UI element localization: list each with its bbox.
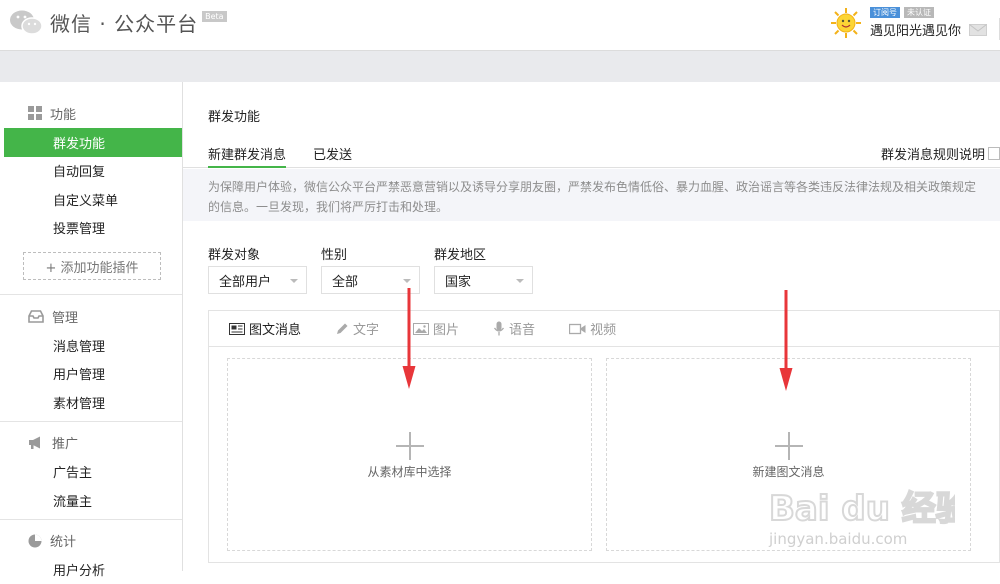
filter-label: 性别 [321, 244, 420, 262]
microphone-icon [493, 321, 505, 336]
notice-line-2: 的信息。一旦发现，我们将严厉打击和处理。 [208, 197, 1000, 217]
filter-gender: 性别 全部 [321, 244, 420, 294]
watermark-brand: Bai du 经验 [769, 489, 955, 529]
sidebar-item-advertiser[interactable]: 广告主 [0, 458, 182, 487]
top-bar: 微信 · 公众平台 Beta 订阅号 未认证 遇见阳光遇见你 [0, 0, 1000, 50]
sidebar-item-auto-reply[interactable]: 自动回复 [0, 157, 182, 186]
add-plugin-button[interactable]: + 添加功能插件 [23, 252, 161, 280]
sidebar-item-user-analysis[interactable]: 用户分析 [0, 556, 182, 584]
watermark-url: jingyan.baidu.com [768, 530, 907, 548]
user-box: 订阅号 未认证 遇见阳光遇见你 [830, 6, 1000, 40]
user-info: 订阅号 未认证 遇见阳光遇见你 [870, 7, 961, 39]
username[interactable]: 遇见阳光遇见你 [870, 20, 961, 39]
megaphone-icon [28, 436, 44, 449]
sidebar-group-manage: 管理 消息管理 用户管理 素材管理 [0, 295, 182, 422]
select-value: 全部 [332, 271, 358, 290]
rules-link-label: 群发消息规则说明 [881, 144, 985, 163]
notice-box: 为保障用户体验，微信公众平台严禁恶意营销以及诱导分享朋友圈，严禁发布色情低俗、暴… [183, 169, 1000, 221]
annotation-arrow-left [402, 288, 416, 390]
inbox-icon [28, 310, 44, 323]
editor-tab-text[interactable]: 文字 [335, 319, 379, 338]
filter-target: 群发对象 全部用户 [208, 244, 307, 294]
chevron-down-icon [403, 279, 411, 283]
plus-icon [395, 431, 425, 461]
plus-icon [774, 431, 804, 461]
sidebar-group-title: 推广 [0, 428, 182, 458]
notice-line-1: 为保障用户体验，微信公众平台严禁恶意营销以及诱导分享朋友圈，严禁发布色情低俗、暴… [208, 177, 1000, 197]
sidebar-item-vote[interactable]: 投票管理 [0, 214, 182, 243]
annotation-arrow-right [779, 290, 793, 392]
sidebar-group-title: 统计 [0, 526, 182, 556]
filter-label: 群发地区 [434, 244, 533, 262]
editor-tab-image[interactable]: 图片 [413, 319, 459, 338]
news-icon [229, 323, 245, 335]
editor-tab-video[interactable]: 视频 [569, 319, 616, 338]
select-value: 全部用户 [219, 271, 271, 290]
editor-tab-news[interactable]: 图文消息 [229, 319, 301, 338]
tab-sent[interactable]: 已发送 [313, 144, 352, 163]
sidebar-item-broadcast[interactable]: 群发功能 [4, 128, 182, 157]
card-label: 从素材库中选择 [228, 463, 591, 480]
subscription-badge: 订阅号 [870, 7, 900, 18]
sidebar-group-title: 功能 [0, 98, 182, 128]
pencil-icon [335, 322, 349, 336]
sidebar-item-materials[interactable]: 素材管理 [0, 388, 182, 417]
baidu-watermark: Bai du 经验 jingyan.baidu.com [765, 462, 955, 552]
video-icon [569, 323, 586, 335]
sidebar-group-stats: 统计 用户分析 [0, 520, 182, 584]
grid-icon [28, 106, 42, 120]
unverified-badge: 未认证 [904, 7, 934, 18]
select-value: 国家 [445, 271, 471, 290]
chevron-down-icon [516, 279, 524, 283]
sidebar-group-features: 功能 群发功能 自动回复 自定义菜单 投票管理 + 添加功能插件 [0, 82, 182, 295]
editor-tabs: 图文消息 文字 图片 语音 [209, 311, 999, 347]
app-title: 微信 · 公众平台 [50, 8, 198, 37]
pie-icon [28, 534, 42, 548]
doc-icon [988, 147, 1000, 160]
sidebar: 功能 群发功能 自动回复 自定义菜单 投票管理 + 添加功能插件 管理 消息管理… [0, 82, 183, 571]
sidebar-item-users[interactable]: 用户管理 [0, 360, 182, 389]
sidebar-item-publisher[interactable]: 流量主 [0, 486, 182, 515]
logo[interactable]: 微信 · 公众平台 Beta [8, 8, 227, 37]
sidebar-item-messages[interactable]: 消息管理 [0, 331, 182, 360]
rules-link[interactable]: 群发消息规则说明 [881, 144, 1000, 163]
page-title: 群发功能 [208, 106, 260, 125]
filter-region: 群发地区 国家 [434, 244, 533, 294]
filter-label: 群发对象 [208, 244, 307, 262]
beta-badge: Beta [202, 11, 226, 22]
wechat-logo-icon [8, 9, 44, 37]
editor-tab-voice[interactable]: 语音 [493, 319, 535, 338]
target-select[interactable]: 全部用户 [208, 266, 307, 294]
mail-icon[interactable] [969, 24, 987, 36]
sidebar-group-promote: 推广 广告主 流量主 [0, 422, 182, 520]
tab-bar: 新建群发消息 已发送 群发消息规则说明 [183, 138, 1000, 168]
gray-band [0, 50, 1000, 82]
region-select[interactable]: 国家 [434, 266, 533, 294]
avatar-sun-icon[interactable] [830, 7, 862, 39]
tab-new-broadcast[interactable]: 新建群发消息 [208, 144, 286, 168]
chevron-down-icon [290, 279, 298, 283]
filters: 群发对象 全部用户 性别 全部 群发地区 国家 [208, 244, 547, 294]
sidebar-item-custom-menu[interactable]: 自定义菜单 [0, 185, 182, 214]
sidebar-group-title: 管理 [0, 301, 182, 331]
